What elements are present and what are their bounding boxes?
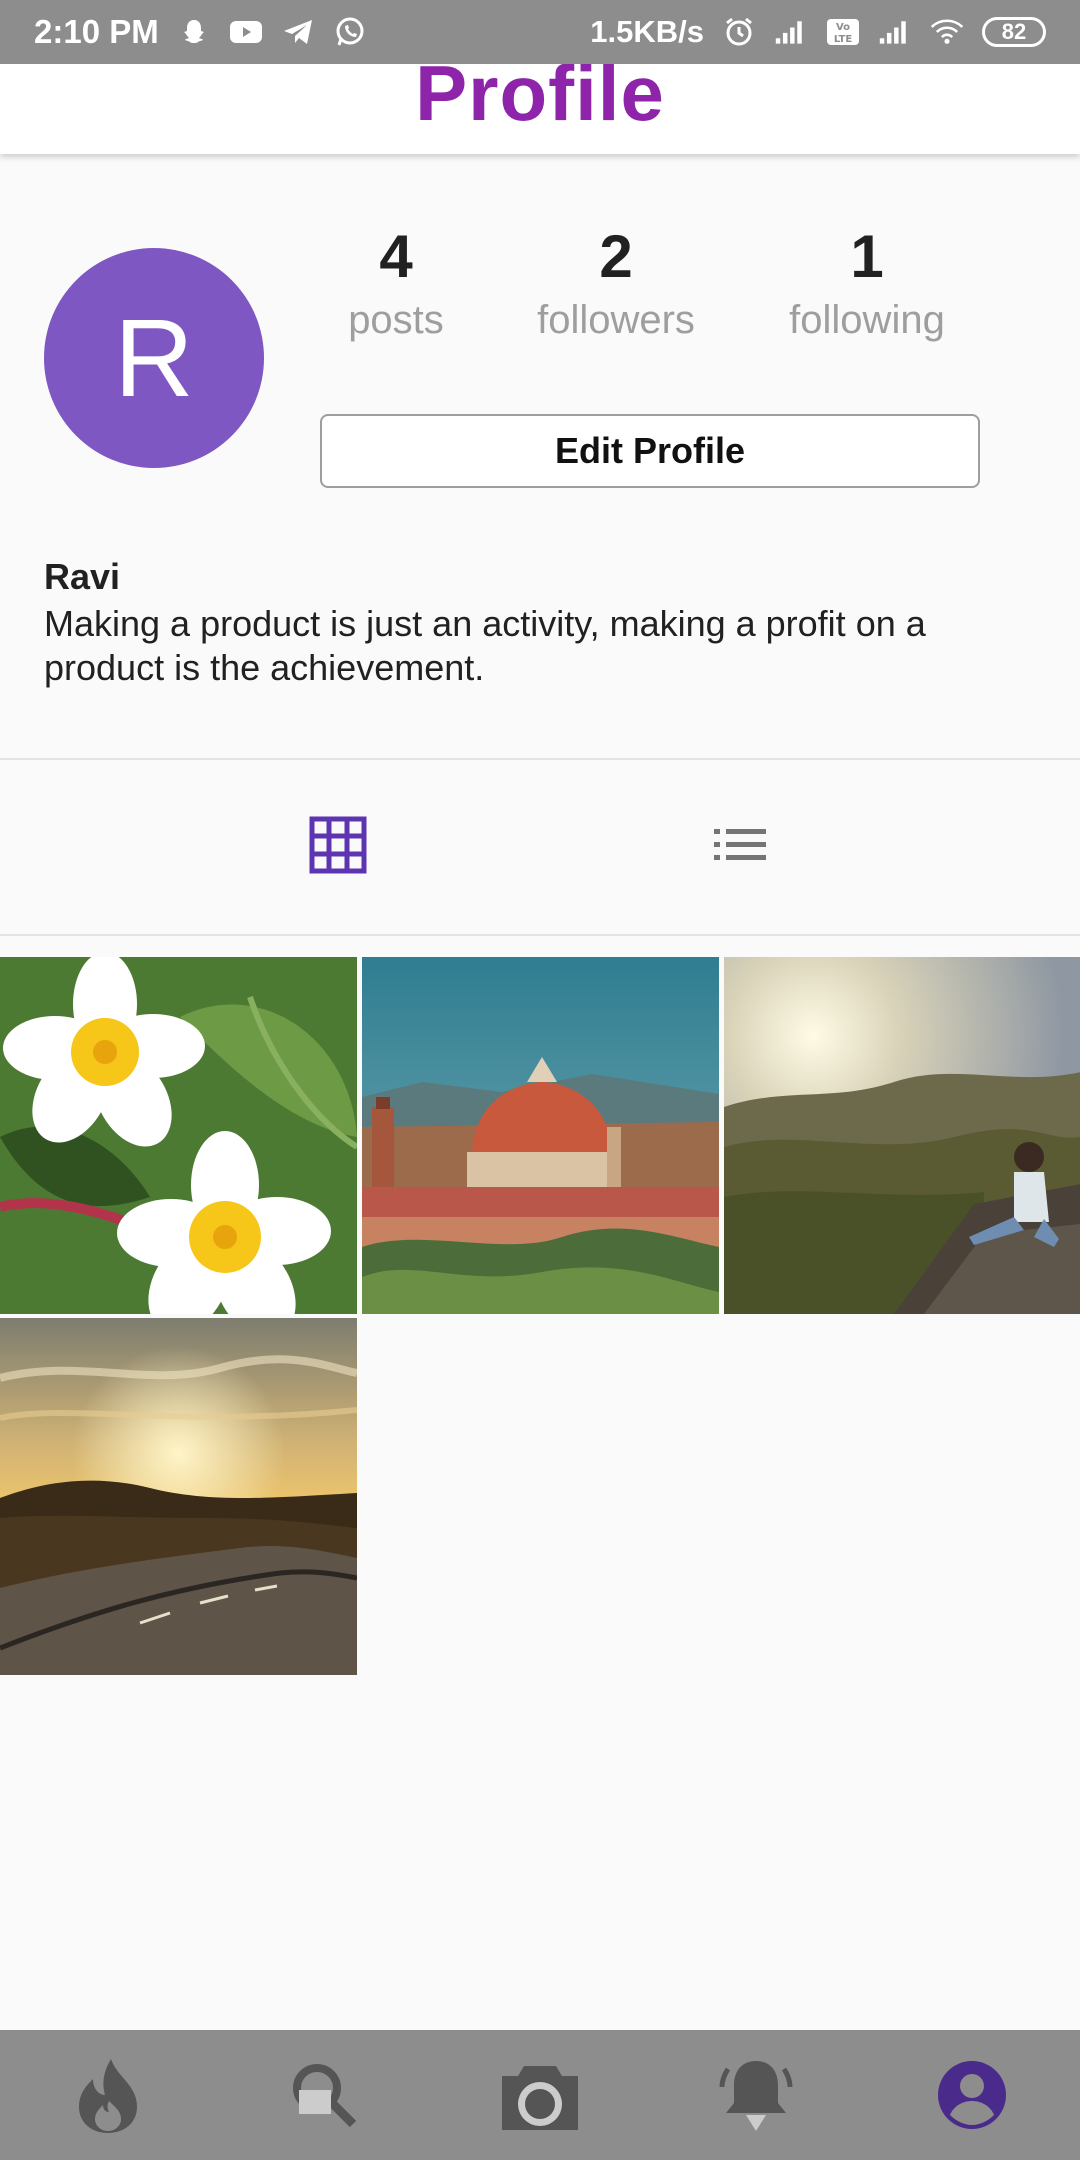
bottom-navigation xyxy=(0,2030,1080,2160)
stat-posts-label: posts xyxy=(348,298,444,342)
svg-text:LTE: LTE xyxy=(834,34,853,45)
profile-icon xyxy=(938,2061,1006,2129)
post-thumbnail-3[interactable] xyxy=(724,957,1080,1314)
grid-icon xyxy=(309,816,367,874)
avatar[interactable]: R xyxy=(44,248,264,468)
signal-icon xyxy=(878,15,912,49)
nav-camera[interactable] xyxy=(485,2040,595,2150)
status-bar-right: 1.5KB/s Vo LTE 82 xyxy=(590,14,1046,50)
battery-icon: 82 xyxy=(982,17,1046,47)
snapchat-icon xyxy=(177,15,211,49)
youtube-icon xyxy=(229,15,263,49)
fire-icon xyxy=(79,2059,137,2133)
status-bar-left: 2:10 PM xyxy=(34,13,367,51)
grid-view-tab[interactable] xyxy=(303,810,373,880)
nav-notifications[interactable] xyxy=(701,2040,811,2150)
nav-search[interactable] xyxy=(269,2040,379,2150)
network-speed: 1.5KB/s xyxy=(590,14,704,49)
post-thumbnail-1[interactable] xyxy=(0,957,357,1314)
search-icon xyxy=(293,2064,357,2128)
telegram-icon xyxy=(281,15,315,49)
svg-text:Vo: Vo xyxy=(836,22,850,33)
post-thumbnail-4[interactable] xyxy=(0,1318,357,1675)
stat-following[interactable]: 1 following xyxy=(757,222,977,348)
post-thumbnail-2[interactable] xyxy=(362,957,719,1314)
divider xyxy=(0,758,1080,760)
nav-profile[interactable] xyxy=(917,2040,1027,2150)
app-bar: Profile xyxy=(0,49,1080,154)
profile-name: Ravi xyxy=(44,556,121,597)
nav-home[interactable] xyxy=(53,2040,163,2150)
stat-followers-count: 2 xyxy=(599,223,633,290)
volte-icon: Vo LTE xyxy=(826,15,860,49)
stat-followers-label: followers xyxy=(537,298,695,342)
list-icon xyxy=(714,829,766,860)
stat-following-label: following xyxy=(789,298,945,342)
signal-icon xyxy=(774,15,808,49)
stat-following-count: 1 xyxy=(850,223,884,290)
stat-posts[interactable]: 4 posts xyxy=(286,222,506,348)
divider xyxy=(0,934,1080,936)
avatar-letter: R xyxy=(114,296,194,420)
battery-level: 82 xyxy=(1001,19,1027,44)
status-time: 2:10 PM xyxy=(34,13,159,50)
wifi-icon xyxy=(930,15,964,49)
status-bar: 2:10 PM 1.5KB/s Vo LTE 82 xyxy=(0,0,1080,64)
camera-icon xyxy=(502,2066,578,2130)
stat-posts-count: 4 xyxy=(379,223,413,290)
whatsapp-icon xyxy=(333,15,367,49)
profile-bio: Making a product is just an activity, ma… xyxy=(44,603,926,688)
edit-profile-button[interactable]: Edit Profile xyxy=(320,414,980,488)
notification-bell-icon xyxy=(719,2061,793,2131)
alarm-icon xyxy=(722,15,756,49)
list-view-tab[interactable] xyxy=(706,810,776,880)
stat-followers[interactable]: 2 followers xyxy=(506,222,726,348)
